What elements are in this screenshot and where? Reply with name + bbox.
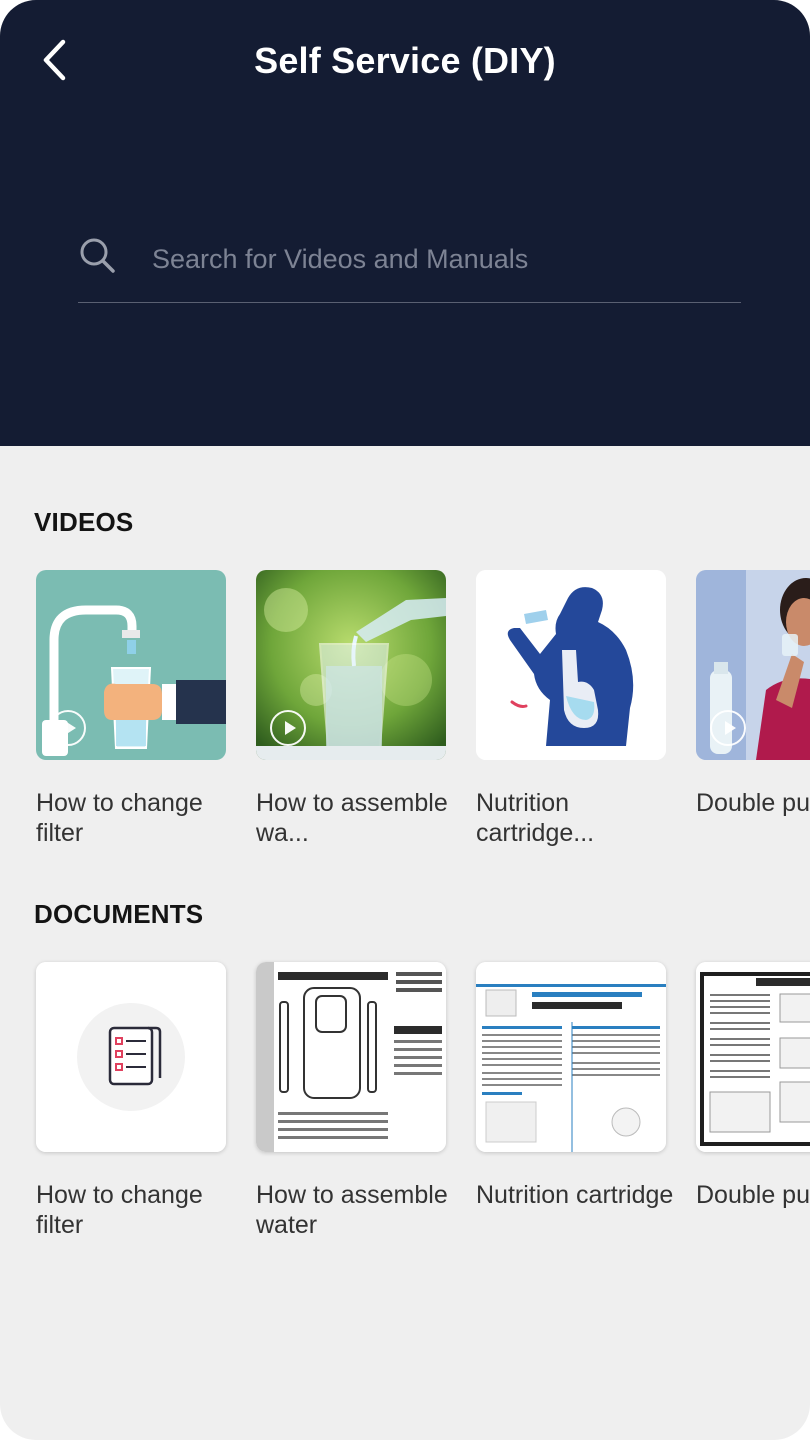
document-card[interactable]: Nutrition cartridge	[476, 962, 673, 1210]
document-title: How to change filter	[36, 1181, 203, 1239]
video-thumbnail	[256, 570, 446, 760]
search-icon	[80, 238, 115, 273]
video-title: Double purificatio	[696, 789, 810, 817]
person-drinking-illustration	[476, 570, 666, 760]
video-thumbnail	[696, 570, 810, 760]
document-card[interactable]: How to change filter	[36, 962, 226, 1240]
document-thumbnail	[696, 962, 810, 1152]
documents-row[interactable]: How to change filter How to assemble wat…	[0, 962, 810, 1262]
search-bar[interactable]	[78, 230, 741, 303]
document-thumbnail	[476, 962, 666, 1152]
videos-row[interactable]: How to change filter How to assemble wa.…	[0, 570, 810, 870]
document-title: Double purificatio	[696, 1181, 810, 1209]
document-card[interactable]: How to assemble water	[256, 962, 448, 1240]
play-icon	[270, 710, 306, 746]
video-thumbnail	[36, 570, 226, 760]
checklist-icon	[36, 962, 226, 1152]
video-card[interactable]: How to change filter	[36, 570, 226, 848]
document-title: Nutrition cartridge	[476, 1181, 674, 1209]
video-title: How to assemble wa...	[256, 789, 448, 847]
document-thumbnail	[256, 962, 446, 1152]
header: Self Service (DIY)	[0, 0, 810, 446]
video-card[interactable]: Double purificatio	[696, 570, 810, 818]
manual-page-keys-and-parts	[256, 962, 446, 1152]
play-icon	[50, 710, 86, 746]
manual-page-quick-start-guide	[476, 962, 666, 1152]
video-thumbnail	[476, 570, 666, 760]
document-card[interactable]: Double purificatio	[696, 962, 810, 1210]
play-icon	[710, 710, 746, 746]
manual-page-operation-guide	[696, 962, 810, 1152]
video-card[interactable]: Nutrition cartridge...	[476, 570, 666, 848]
video-title: Nutrition cartridge...	[476, 789, 595, 847]
documents-section-title: DOCUMENTS	[34, 899, 204, 929]
document-thumbnail	[36, 962, 226, 1152]
page-title: Self Service (DIY)	[254, 40, 556, 81]
document-title: How to assemble water	[256, 1181, 448, 1239]
video-title: How to change filter	[36, 789, 203, 847]
video-card[interactable]: How to assemble wa...	[256, 570, 448, 848]
videos-section-title: VIDEOS	[34, 507, 134, 537]
search-input[interactable]	[150, 238, 734, 280]
screen: Self Service (DIY) VIDEOS	[0, 0, 810, 1440]
